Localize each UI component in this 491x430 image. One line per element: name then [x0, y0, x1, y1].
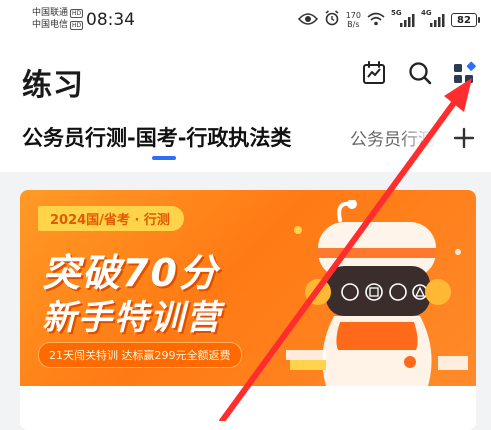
app-header: 练习 公务员行测-国考-行政执法类 公务员行测 [0, 44, 491, 172]
clock: 08:34 [86, 10, 135, 30]
active-tab-indicator [152, 156, 176, 160]
net-speed: 170 B/s [346, 11, 361, 29]
banner-tag: 2024国/省考 · 行测 [38, 206, 184, 231]
promo-banner[interactable]: 2024国/省考 · 行测 突破70分 新手特训营 21天闯关特训 达标赢299… [20, 190, 476, 386]
content-area: 2024国/省考 · 行测 突破70分 新手特训营 21天闯关特训 达标赢299… [0, 172, 491, 430]
net-speed-value: 170 [345, 11, 361, 20]
eye-comfort-icon [297, 11, 318, 30]
hd-badge: HD [70, 8, 84, 18]
banner-headline-2: 新手特训营 [42, 298, 222, 338]
plus-icon[interactable] [450, 124, 478, 152]
grid-apps-icon[interactable] [450, 59, 478, 87]
signal-sim2: 4G [421, 9, 445, 28]
net-speed-unit: B/s [347, 20, 360, 29]
page-title: 练习 [22, 68, 84, 103]
carrier-info: 中国联通 HD 中国电信 HD [32, 7, 84, 31]
battery-icon: 82 [451, 13, 480, 27]
alarm-icon [324, 10, 340, 30]
carrier-1-label: 中国联通 [32, 8, 69, 18]
carrier-2-label: 中国电信 [32, 20, 69, 30]
calendar-chart-icon[interactable] [360, 59, 388, 87]
robot-mascot-illustration [286, 200, 468, 386]
signal-icon [400, 14, 415, 27]
hd-badge: HD [70, 20, 84, 30]
banner-headline-1: 突破70分 [42, 251, 219, 295]
banner-subtag: 21天闯关特训 达标赢299元全额返费 [38, 342, 242, 368]
promo-card[interactable]: 2024国/省考 · 行测 突破70分 新手特训营 21天闯关特训 达标赢299… [20, 190, 476, 430]
status-bar: 中国联通 HD 中国电信 HD 08:34 170 B/s 5G 4G 82 [0, 0, 491, 44]
signal-sim1: 5G [391, 9, 415, 28]
battery-level: 82 [457, 14, 471, 26]
search-icon[interactable] [406, 59, 434, 87]
tab-fade-overlay [400, 120, 444, 154]
signal-icon [430, 14, 445, 27]
carrier-1: 中国联通 HD [32, 7, 84, 19]
carrier-2: 中国电信 HD [32, 19, 84, 31]
system-icons: 170 B/s 5G 4G 82 [297, 9, 480, 31]
wifi-icon [367, 11, 385, 30]
tab-active[interactable]: 公务员行测-国考-行政执法类 [22, 122, 291, 152]
